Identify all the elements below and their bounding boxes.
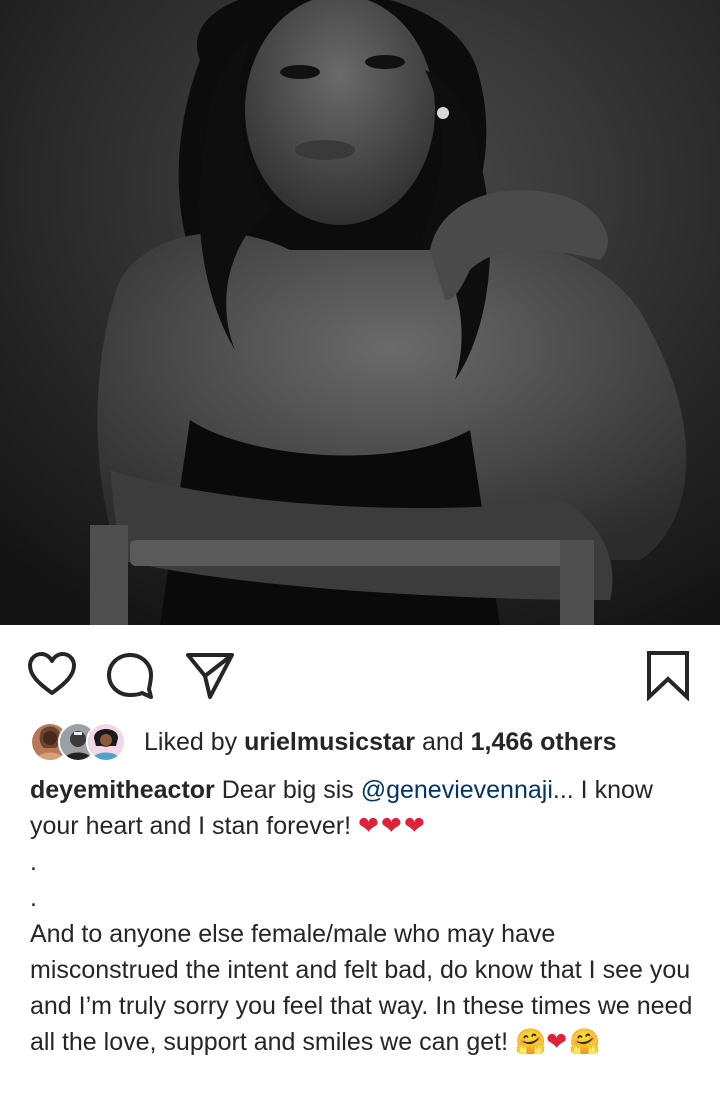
hug-emoji: 🤗 (515, 1027, 547, 1056)
caption-first-paragraph: deyemitheactor Dear big sis @genevievenn… (30, 772, 695, 844)
caption-username[interactable]: deyemitheactor (30, 776, 215, 804)
liker-avatars[interactable] (30, 722, 128, 762)
save-button[interactable] (642, 649, 694, 701)
caption-hearts-emoji: ❤❤❤ (357, 812, 427, 840)
heart-emoji: ❤ (546, 1028, 570, 1056)
post-action-bar (0, 625, 720, 720)
post-photo[interactable] (0, 0, 720, 625)
hug-emoji: 🤗 (569, 1027, 601, 1056)
comment-button[interactable] (104, 649, 156, 701)
heart-outline-icon (26, 649, 78, 701)
liked-by-middle: and (421, 727, 464, 756)
liked-by-prefix: Liked by (144, 727, 238, 756)
liked-by-username[interactable]: urielmusicstar (244, 728, 415, 757)
post-caption: deyemitheactor Dear big sis @genevievenn… (30, 772, 695, 1060)
avatar[interactable] (86, 722, 126, 762)
caption-text-1: Dear big sis (221, 776, 354, 804)
share-button[interactable] (184, 649, 236, 701)
caption-paragraph: And to anyone else female/male who may h… (30, 916, 695, 1060)
caption-mention[interactable]: @genevievennaji (361, 776, 553, 804)
likes-count[interactable]: 1,466 others (471, 728, 617, 757)
like-button[interactable] (26, 649, 78, 701)
paper-plane-icon (184, 649, 236, 701)
bookmark-icon (642, 649, 694, 701)
portrait-image (0, 0, 720, 625)
likes-summary[interactable]: Liked by urielmusicstar and 1,466 others (30, 720, 700, 764)
caption-dot-line: . (30, 848, 37, 876)
caption-dot-line: . (30, 884, 37, 912)
comment-bubble-icon (104, 649, 156, 701)
